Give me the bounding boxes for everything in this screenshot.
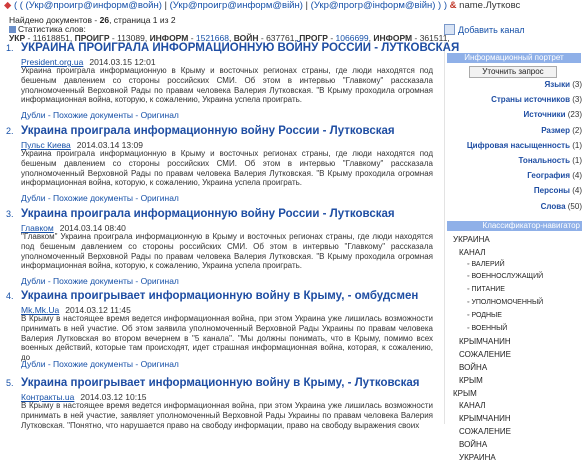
tree-node[interactable]: КАНАЛ — [459, 248, 486, 257]
query-part-2[interactable]: (Укр@проигр@информ@війн) — [170, 0, 303, 11]
tree-node[interactable]: РОДНЫЕ — [467, 312, 501, 319]
tree-node[interactable]: УПОЛНОМОЧЕННЫЙ — [467, 299, 543, 306]
result-item: 1. УКРАИНА ПРОИГРАЛА ИНФОРМАЦИОННУЮ ВОЙН… — [6, 42, 460, 120]
result-item: 3. Украина проиграла информационную войн… — [6, 208, 433, 286]
tree-node[interactable]: ВОЕННЫЙ — [467, 325, 507, 332]
tree-node[interactable]: УКРАИНА — [453, 235, 490, 244]
result-title[interactable]: Украина проигрывает информационную войну… — [21, 290, 418, 302]
tree-node[interactable]: ПИТАНИЕ — [467, 286, 505, 293]
info-portrait-button[interactable]: Информационный портрет — [447, 53, 581, 63]
query-string: ◆ ( ( (Укр@проигр@информ@войн) | (Укр@пр… — [4, 0, 521, 11]
query-part-1[interactable]: ( ( (Укр@проигр@информ@войн) — [14, 0, 162, 11]
result-links[interactable]: Дубли - Похожие документы - Оригинал — [21, 110, 179, 120]
result-snippet: Украина проиграла информационную в Крыму… — [21, 149, 433, 188]
tree-node[interactable]: КРЫМ — [453, 389, 477, 398]
result-title[interactable]: Украина проиграла информационную войну Р… — [21, 208, 395, 220]
result-snippet: "Главком" Украина проиграла информационн… — [21, 232, 433, 271]
facet-item[interactable]: Размер (2) — [541, 126, 582, 135]
classifier-navigator-header[interactable]: Классификатор-навигатор — [447, 221, 582, 231]
result-snippet: В Крыму в настоящее время ведется информ… — [21, 401, 433, 430]
facet-item[interactable]: География (4) — [527, 171, 582, 180]
tree-node[interactable]: ВАЛЕРИЙ — [467, 261, 504, 268]
result-item: 2. Украина проиграла информационную войн… — [6, 125, 433, 203]
facet-item[interactable]: Источники (23) — [524, 110, 582, 119]
tree-node[interactable]: УКРАИНА — [459, 453, 496, 462]
tree-node[interactable]: ВОЙНА — [459, 363, 487, 372]
facet-item[interactable]: Персоны (4) — [534, 186, 582, 195]
facet-item[interactable]: Страны источников (3) — [491, 95, 582, 104]
tree-node[interactable]: КРЫМЧАНИН — [459, 414, 511, 423]
result-title[interactable]: УКРАИНА ПРОИГРАЛА ИНФОРМАЦИОННУЮ ВОЙНУ Р… — [21, 42, 459, 54]
result-links[interactable]: Дубли - Похожие документы - Оригинал — [21, 276, 179, 286]
diamond-icon: ◆ — [4, 0, 12, 11]
rss-icon — [444, 24, 455, 35]
query-part-4[interactable]: name.Лутковс — [459, 0, 520, 11]
result-item: 5. Украина проигрывает информационную во… — [6, 377, 433, 430]
facet-item[interactable]: Цифровая насыщенность (1) — [467, 141, 582, 150]
tree-node[interactable]: КРЫМЧАНИН — [459, 337, 511, 346]
tree-node[interactable]: ВОЕННОСЛУЖАЩИЙ — [467, 273, 543, 280]
add-channel-link[interactable]: Добавить канал — [444, 24, 525, 35]
result-title[interactable]: Украина проиграла информационную войну Р… — [21, 125, 395, 137]
facet-item[interactable]: Тональность (1) — [519, 156, 582, 165]
query-and: & — [449, 0, 457, 11]
result-snippet: В Крыму в настоящее время ведется информ… — [21, 314, 433, 363]
result-links[interactable]: Дубли - Похожие документы - Оригинал — [21, 193, 179, 203]
tree-node[interactable]: СОЖАЛЕНИЕ — [459, 350, 511, 359]
tree-node[interactable]: КАНАЛ — [459, 401, 486, 410]
tree-node[interactable]: СОЖАЛЕНИЕ — [459, 427, 511, 436]
refine-query-button[interactable]: Уточнить запрос — [469, 66, 557, 78]
column-divider — [444, 42, 445, 424]
facet-item[interactable]: Слова (50) — [541, 202, 582, 211]
result-title[interactable]: Украина проигрывает информационную войну… — [21, 377, 420, 389]
result-item: 4. Украина проигрывает информационную во… — [6, 290, 433, 369]
result-snippet: Украина проиграла информационную в Крыму… — [21, 66, 433, 105]
facet-item[interactable]: Языки (3) — [545, 80, 582, 89]
result-links[interactable]: Дубли - Похожие документы - Оригинал — [21, 359, 179, 369]
tree-node[interactable]: ВОЙНА — [459, 440, 487, 449]
tree-node[interactable]: КРЫМ — [459, 376, 483, 385]
stats-icon — [9, 26, 16, 33]
query-part-3[interactable]: (Укр@прогр@інформ@війн) ) ) — [311, 0, 447, 11]
